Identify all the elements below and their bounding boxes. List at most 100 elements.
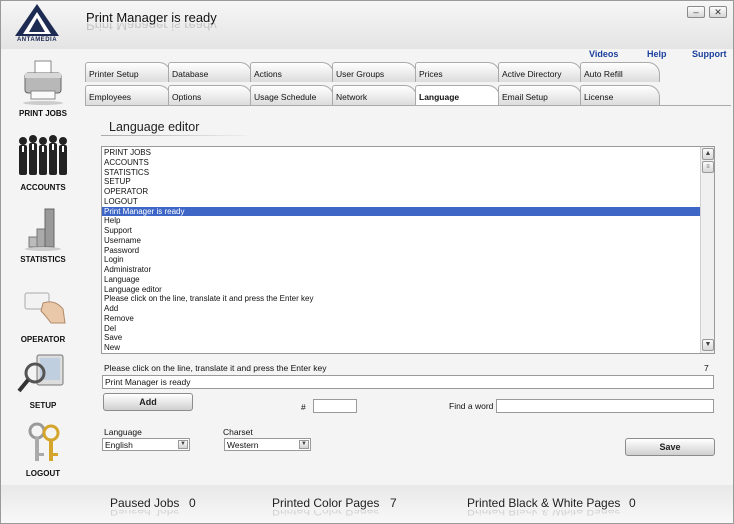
sidebar-item-label: STATISTICS xyxy=(20,255,66,264)
help-link[interactable]: Help xyxy=(647,49,667,59)
close-icon: ✕ xyxy=(714,7,722,17)
sidebar-item-setup[interactable]: SETUP xyxy=(7,351,79,410)
tab-printer-setup[interactable]: Printer Setup xyxy=(85,62,171,82)
scroll-thumb[interactable]: ≡ xyxy=(702,161,714,173)
list-item[interactable]: Print Manager is ready xyxy=(102,206,700,217)
scroll-up-button[interactable]: ▲ xyxy=(702,148,714,160)
paused-jobs-reflection: Paused Jobs xyxy=(110,510,180,518)
sidebar-item-label: SETUP xyxy=(29,401,57,410)
list-item[interactable]: Administrator xyxy=(102,265,700,275)
list-item[interactable]: STATISTICS xyxy=(102,168,700,178)
title-bar: ANTAMEDIA Print Manager is ready Print M… xyxy=(1,1,733,49)
find-word-input[interactable] xyxy=(496,399,714,413)
tab-language[interactable]: Language xyxy=(415,85,500,105)
keys-icon xyxy=(15,419,71,467)
tab-prices[interactable]: Prices xyxy=(415,62,500,82)
number-input[interactable] xyxy=(313,399,357,413)
list-item[interactable]: Password xyxy=(102,246,700,256)
tab-database[interactable]: Database xyxy=(168,62,252,82)
phrase-list-items: PRINT JOBS ACCOUNTS STATISTICS SETUP OPERATO… xyxy=(102,148,700,353)
bw-pages-reflection: Printed Black & White Pages xyxy=(467,510,621,518)
list-item[interactable]: Support xyxy=(102,226,700,236)
tab-network[interactable]: Network xyxy=(332,85,417,105)
paused-jobs-count: 0 xyxy=(189,496,196,510)
number-label: # xyxy=(301,402,306,412)
grip-icon: ≡ xyxy=(706,164,710,170)
printer-icon xyxy=(15,59,71,107)
tab-email-setup[interactable]: Email Setup xyxy=(498,85,582,105)
list-item[interactable]: Login xyxy=(102,255,700,265)
sidebar-item-logout[interactable]: LOGOUT xyxy=(7,419,79,478)
color-pages-label: Printed Color Pages xyxy=(272,496,380,510)
sidebar-item-operator[interactable]: OPERATOR xyxy=(7,285,79,344)
list-item[interactable]: Help xyxy=(102,216,700,226)
tab-auto-refill[interactable]: Auto Refill xyxy=(580,62,660,82)
section-title: Language editor xyxy=(109,120,200,134)
brand-text: ANTAMEDIA xyxy=(16,37,58,43)
tab-active-directory[interactable]: Active Directory xyxy=(498,62,582,82)
list-item[interactable]: SETUP xyxy=(102,177,700,187)
support-link[interactable]: Support xyxy=(692,49,727,59)
tab-user-groups[interactable]: User Groups xyxy=(332,62,417,82)
list-item[interactable]: Language editor xyxy=(102,285,700,295)
instruction-text: Please click on the line, translate it a… xyxy=(104,363,327,373)
charset-label: Charset xyxy=(223,427,253,437)
list-item[interactable]: OPERATOR xyxy=(102,187,700,197)
tab-actions[interactable]: Actions xyxy=(250,62,334,82)
tab-divider xyxy=(85,105,731,106)
people-icon xyxy=(15,133,71,181)
translation-input[interactable]: Print Manager is ready xyxy=(102,375,714,389)
chevron-down-icon: ▼ xyxy=(299,440,309,449)
chevron-down-icon: ▼ xyxy=(178,440,188,449)
minimize-icon: – xyxy=(693,7,699,17)
app-window: ANTAMEDIA Print Manager is ready Print M… xyxy=(0,0,734,524)
phrase-list[interactable]: PRINT JOBS ACCOUNTS STATISTICS SETUP OPERATO… xyxy=(101,146,715,354)
sidebar-item-print-jobs[interactable]: PRINT JOBS xyxy=(7,59,79,118)
tab-options[interactable]: Options xyxy=(168,85,252,105)
add-button[interactable]: Add xyxy=(103,393,193,411)
chevron-down-icon: ▼ xyxy=(704,341,712,348)
line-number: 7 xyxy=(704,363,709,373)
list-item[interactable]: ACCOUNTS xyxy=(102,158,700,168)
list-item[interactable]: Save xyxy=(102,333,700,343)
minimize-button[interactable]: – xyxy=(687,6,705,18)
charset-select-value: Western xyxy=(227,440,259,450)
bw-pages-label: Printed Black & White Pages xyxy=(467,496,621,510)
antamedia-logo: ANTAMEDIA xyxy=(9,3,65,47)
sidebar-item-accounts[interactable]: ACCOUNTS xyxy=(7,133,79,192)
app-status-title-reflection: Print Manager is ready xyxy=(86,23,217,33)
list-item[interactable]: New xyxy=(102,343,700,353)
save-button[interactable]: Save xyxy=(625,438,715,456)
tab-usage-schedule[interactable]: Usage Schedule xyxy=(250,85,334,105)
list-item[interactable]: Please click on the line, translate it a… xyxy=(102,294,700,304)
list-item[interactable]: Remove xyxy=(102,314,700,324)
sidebar-item-label: ACCOUNTS xyxy=(20,183,66,192)
color-pages-reflection: Printed Color Pages xyxy=(272,510,380,518)
list-item[interactable]: Add xyxy=(102,304,700,314)
sidebar-item-statistics[interactable]: STATISTICS xyxy=(7,205,79,264)
scroll-down-button[interactable]: ▼ xyxy=(702,339,714,351)
paused-jobs-label: Paused Jobs xyxy=(110,496,180,510)
list-item[interactable]: Language xyxy=(102,275,700,285)
language-select[interactable]: English ▼ xyxy=(102,438,190,451)
videos-link[interactable]: Videos xyxy=(589,49,618,59)
sidebar-item-label: LOGOUT xyxy=(25,469,61,478)
card-hand-icon xyxy=(15,285,71,333)
close-button[interactable]: ✕ xyxy=(709,6,727,18)
color-pages-count: 7 xyxy=(390,496,397,510)
section-underline xyxy=(101,135,247,136)
chevron-up-icon: ▲ xyxy=(704,150,712,157)
tab-employees[interactable]: Employees xyxy=(85,85,171,105)
sidebar-item-label: OPERATOR xyxy=(20,335,66,344)
list-item[interactable]: Username xyxy=(102,236,700,246)
magnifier-monitor-icon xyxy=(15,351,71,399)
list-scrollbar[interactable]: ▲ ≡ ▼ xyxy=(700,147,714,353)
list-item[interactable]: Del xyxy=(102,324,700,334)
language-select-value: English xyxy=(105,440,133,450)
list-item[interactable]: LOGOUT xyxy=(102,197,700,207)
bar-chart-icon xyxy=(15,205,71,253)
list-item[interactable]: PRINT JOBS xyxy=(102,148,700,158)
find-word-label: Find a word xyxy=(449,401,494,411)
tab-license[interactable]: License xyxy=(580,85,660,105)
charset-select[interactable]: Western ▼ xyxy=(224,438,311,451)
